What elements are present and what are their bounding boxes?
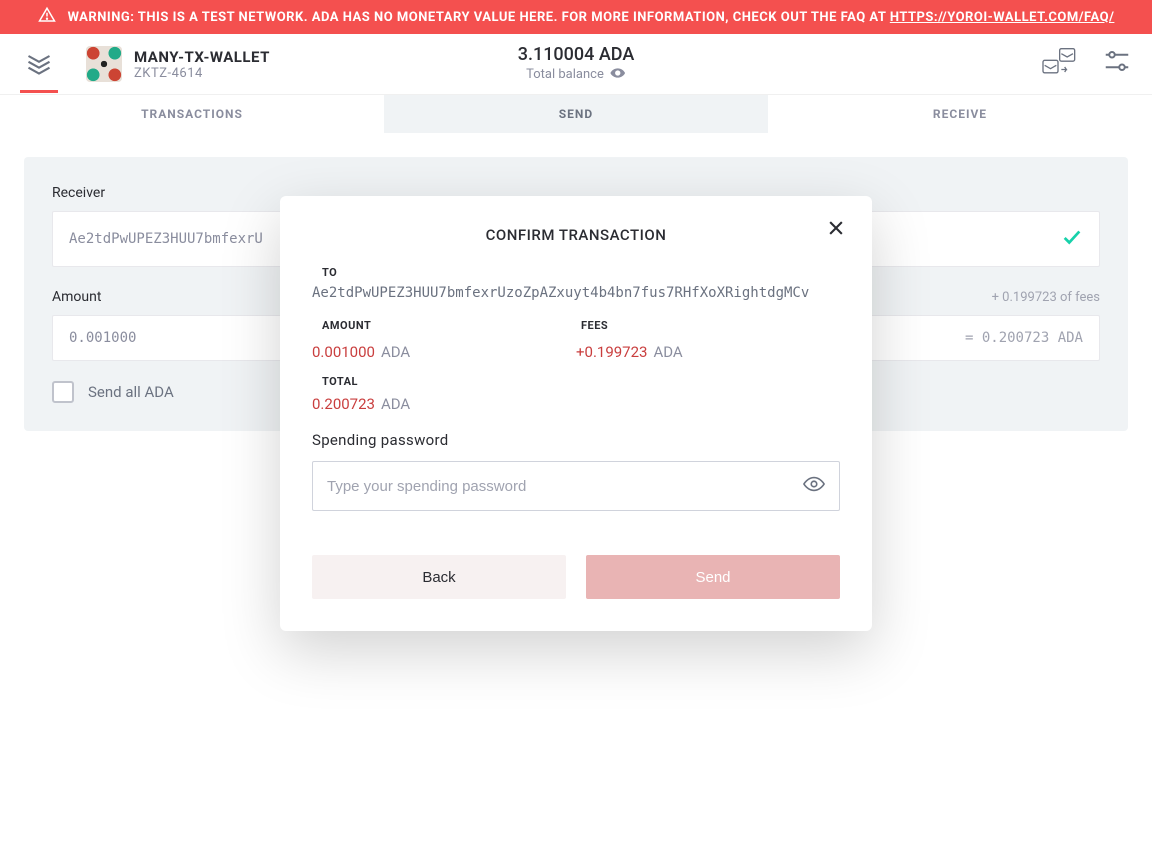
fees-currency: ADA [653, 343, 682, 361]
total-value: 0.200723 [312, 395, 375, 413]
spending-password-input[interactable] [327, 478, 803, 495]
amount-value-row: 0.001000 ADA [312, 342, 576, 361]
total-currency: ADA [381, 395, 410, 413]
fees-block: FEES [581, 319, 840, 338]
amount-label: AMOUNT [322, 319, 581, 332]
amount-value: 0.001000 [312, 343, 375, 361]
confirm-transaction-modal: CONFIRM TRANSACTION TO Ae2tdPwUPEZ3HUU7b… [280, 196, 872, 631]
eye-icon[interactable] [803, 473, 825, 499]
modal-actions: Back Send [312, 555, 840, 599]
fees-label: FEES [581, 319, 840, 332]
modal-title: CONFIRM TRANSACTION [312, 226, 840, 244]
password-input-wrap [312, 461, 840, 511]
send-button[interactable]: Send [586, 555, 840, 599]
password-label: Spending password [312, 431, 840, 449]
to-label: TO [322, 266, 840, 279]
close-icon[interactable] [826, 218, 846, 242]
to-address: Ae2tdPwUPEZ3HUU7bmfexrUzoZpAZxuyt4b4bn7f… [312, 285, 840, 301]
fees-value: +0.199723 [576, 343, 647, 361]
back-button[interactable]: Back [312, 555, 566, 599]
total-value-row: 0.200723 ADA [312, 394, 840, 413]
amount-block: AMOUNT [322, 319, 581, 338]
amount-currency: ADA [381, 343, 410, 361]
modal-overlay: CONFIRM TRANSACTION TO Ae2tdPwUPEZ3HUU7b… [0, 0, 1152, 847]
total-label: TOTAL [322, 375, 840, 388]
fees-value-row: +0.199723 ADA [576, 342, 840, 361]
